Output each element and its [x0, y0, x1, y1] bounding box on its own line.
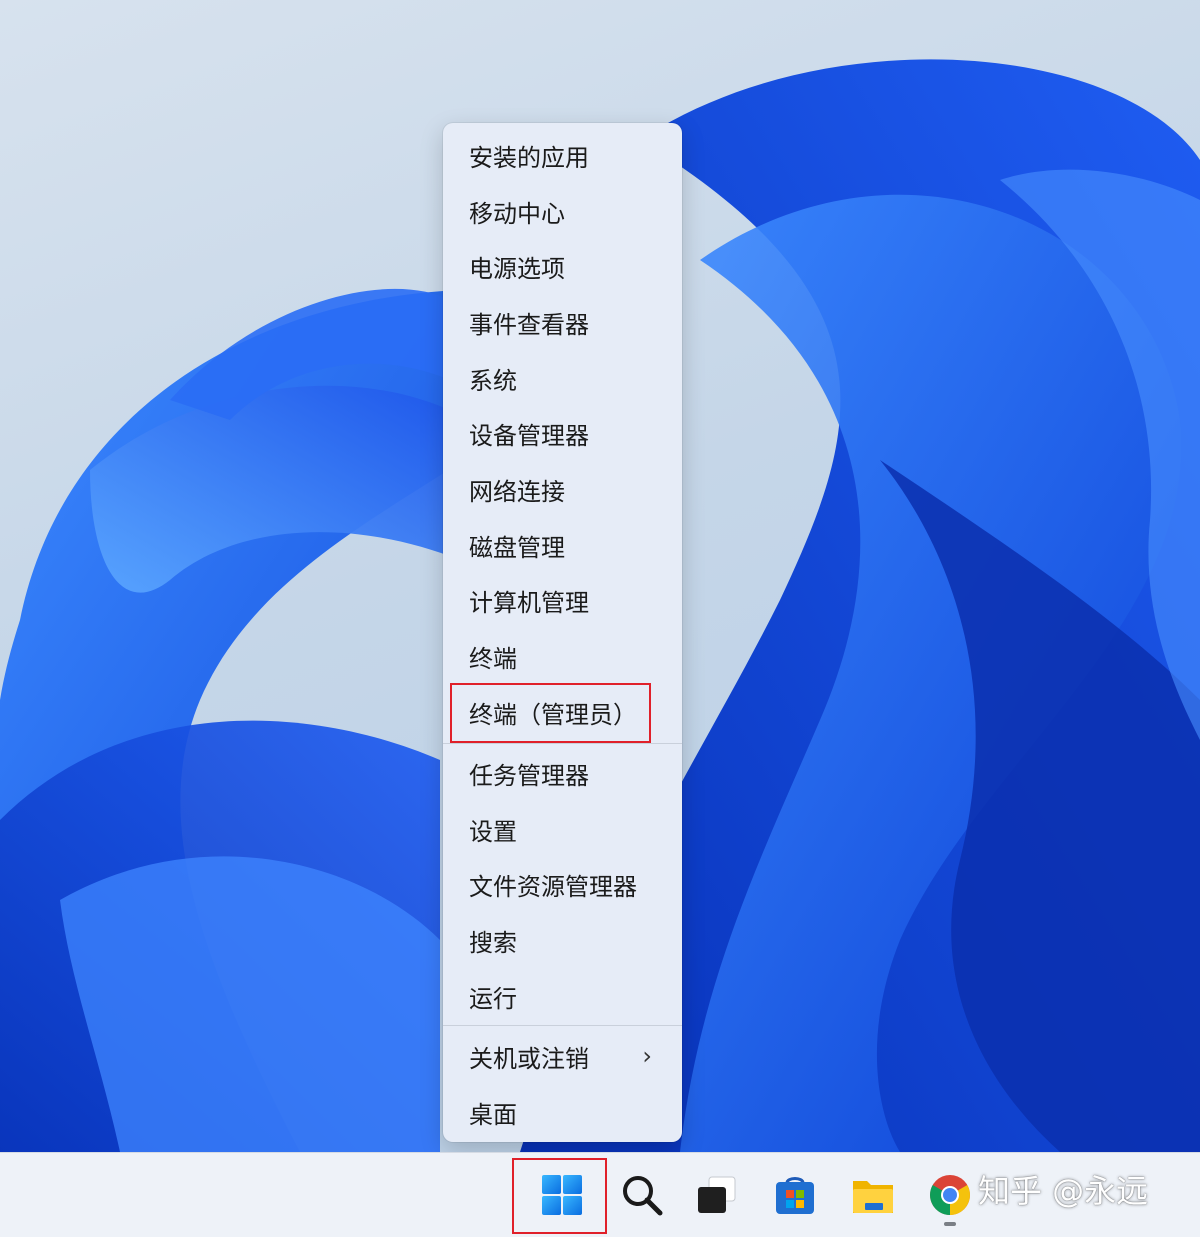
menu-item-label: 电源选项 [469, 254, 565, 283]
menu-item-label: 设备管理器 [469, 421, 589, 450]
menu-item-search[interactable]: 搜索 [443, 914, 682, 966]
chrome-icon[interactable] [928, 1173, 972, 1217]
chevron-right-icon: › [642, 1042, 652, 1070]
menu-item-network-connections[interactable]: 网络连接 [443, 463, 682, 515]
menu-item-task-manager[interactable]: 任务管理器 [443, 747, 682, 799]
menu-item-label: 终端 [469, 644, 517, 673]
menu-item-label: 磁盘管理 [469, 533, 565, 562]
menu-item-label: 任务管理器 [469, 761, 589, 790]
start-button-highlight-box [512, 1158, 607, 1234]
winx-context-menu: 安装的应用 移动中心 电源选项 事件查看器 系统 设备管理器 网络连接 磁盘管理… [443, 123, 682, 1142]
terminal-admin-highlight-box [450, 683, 651, 743]
menu-item-file-explorer[interactable]: 文件资源管理器 [443, 858, 682, 910]
menu-item-label: 运行 [469, 984, 517, 1013]
menu-item-event-viewer[interactable]: 事件查看器 [443, 296, 682, 348]
menu-item-label: 关机或注销 [469, 1044, 589, 1073]
menu-item-label: 设置 [469, 817, 517, 846]
menu-item-label: 系统 [469, 366, 517, 395]
menu-item-disk-management[interactable]: 磁盘管理 [443, 519, 682, 571]
menu-item-label: 事件查看器 [469, 310, 589, 339]
menu-item-computer-management[interactable]: 计算机管理 [443, 574, 682, 626]
menu-item-run[interactable]: 运行 [443, 970, 682, 1022]
menu-item-label: 桌面 [469, 1100, 517, 1129]
menu-item-label: 移动中心 [469, 199, 565, 228]
menu-item-label: 安装的应用 [469, 143, 589, 172]
zhihu-watermark: 知乎 @永远 [978, 1172, 1149, 1210]
microsoft-store-icon[interactable] [773, 1173, 817, 1217]
menu-item-device-manager[interactable]: 设备管理器 [443, 407, 682, 459]
menu-item-desktop[interactable]: 桌面 [443, 1086, 682, 1138]
running-indicator [944, 1222, 956, 1226]
task-view-icon[interactable] [695, 1173, 739, 1217]
menu-item-shutdown-signout[interactable]: 关机或注销 › [443, 1030, 682, 1082]
menu-divider [443, 743, 682, 744]
menu-item-mobility-center[interactable]: 移动中心 [443, 185, 682, 237]
menu-item-system[interactable]: 系统 [443, 352, 682, 404]
menu-item-label: 文件资源管理器 [469, 872, 637, 901]
menu-item-label: 网络连接 [469, 477, 565, 506]
menu-divider [443, 1025, 682, 1026]
search-icon[interactable] [620, 1173, 664, 1217]
menu-item-label: 计算机管理 [469, 588, 589, 617]
menu-item-power-options[interactable]: 电源选项 [443, 240, 682, 292]
menu-item-installed-apps[interactable]: 安装的应用 [443, 129, 682, 181]
menu-item-settings[interactable]: 设置 [443, 803, 682, 855]
file-explorer-icon[interactable] [851, 1173, 895, 1217]
menu-item-label: 搜索 [469, 928, 517, 957]
menu-item-terminal[interactable]: 终端 [443, 630, 682, 682]
